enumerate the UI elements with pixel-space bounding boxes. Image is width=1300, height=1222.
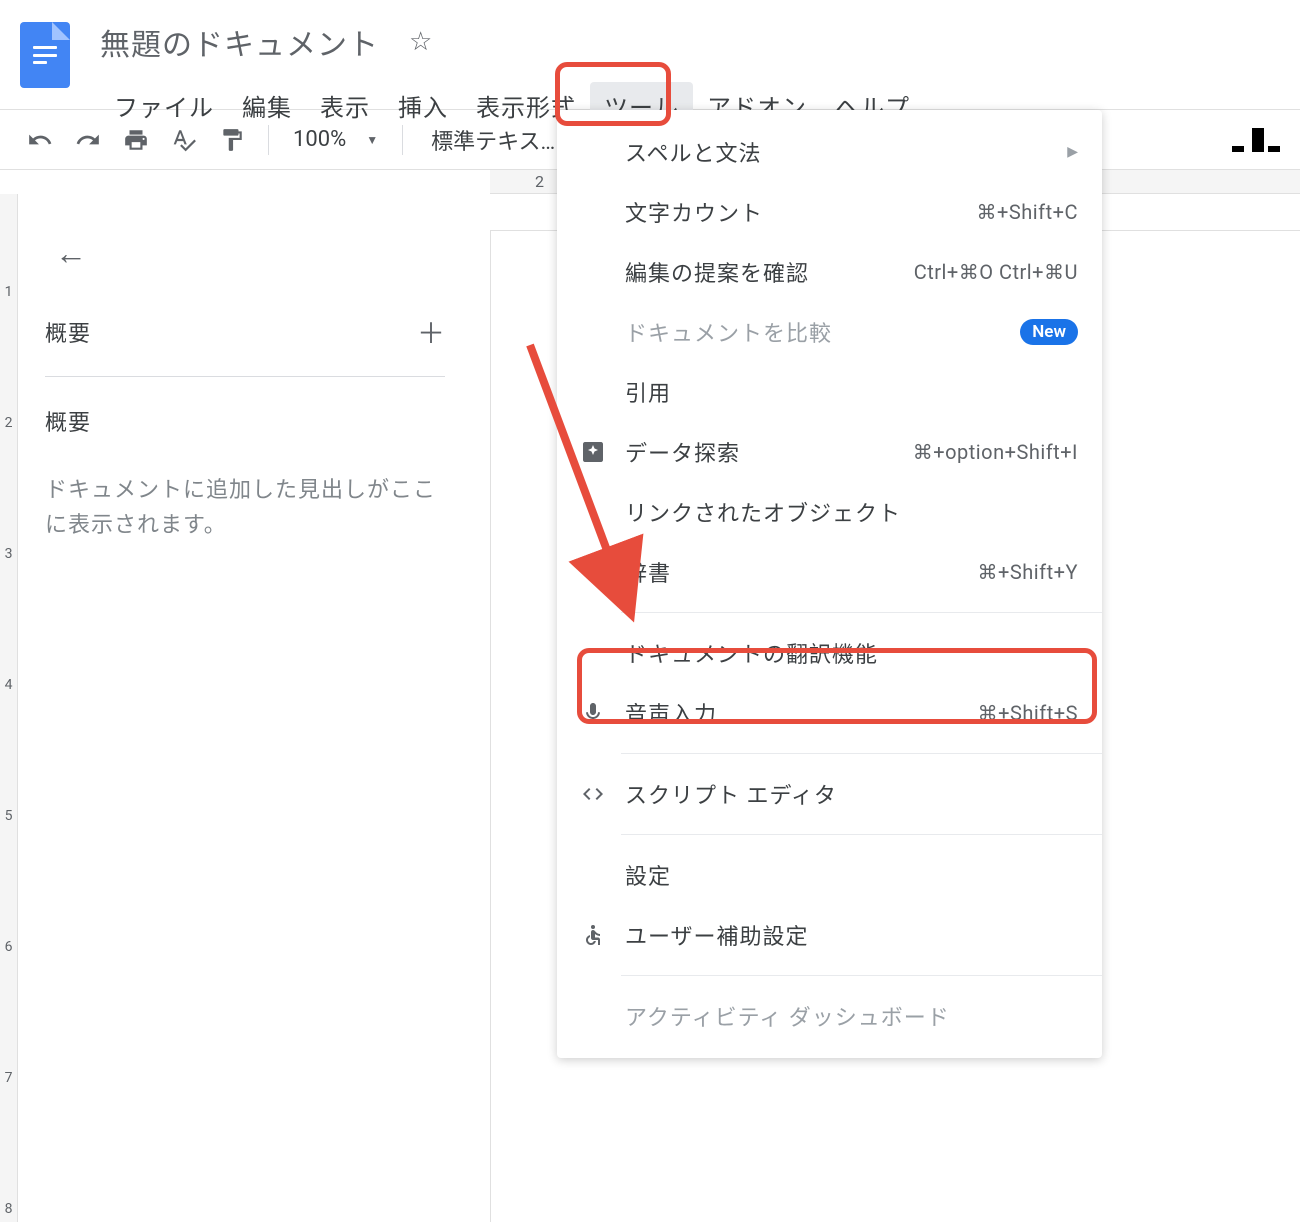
menu-explore[interactable]: データ探索 ⌘+option+Shift+I <box>557 422 1102 482</box>
print-button[interactable] <box>116 120 156 160</box>
mic-icon <box>581 701 625 725</box>
accessibility-icon <box>581 923 625 947</box>
menu-voice-typing[interactable]: 音声入力 ⌘+Shift+S <box>557 683 1102 743</box>
ruler-mark: 2 <box>535 172 544 191</box>
shortcut-label: ⌘+option+Shift+I <box>913 440 1078 464</box>
new-badge: New <box>1020 319 1078 345</box>
shortcut-label: Ctrl+⌘O Ctrl+⌘U <box>914 260 1078 284</box>
chevron-right-icon: ▶ <box>1067 144 1078 160</box>
tools-dropdown-menu: スペルと文法 ▶ 文字カウント ⌘+Shift+C 編集の提案を確認 Ctrl+… <box>557 110 1102 1058</box>
undo-button[interactable] <box>20 120 60 160</box>
menu-preferences[interactable]: 設定 <box>557 845 1102 905</box>
outline-empty-text: ドキュメントに追加した見出しがここに表示されます。 <box>45 473 445 543</box>
vertical-ruler[interactable]: 1 2 3 4 5 6 7 8 <box>0 194 18 1222</box>
paint-format-button[interactable] <box>212 120 252 160</box>
outline-header-title: 概要 <box>45 316 91 348</box>
menu-compare-docs: ドキュメントを比較 New <box>557 302 1102 362</box>
star-icon[interactable]: ☆ <box>409 27 432 57</box>
menu-linked-objects[interactable]: リンクされたオブジェクト <box>557 482 1102 542</box>
back-arrow-button[interactable]: ← <box>55 234 445 272</box>
shortcut-label: ⌘+Shift+C <box>977 200 1078 224</box>
menu-dictionary[interactable]: 辞書 ⌘+Shift+Y <box>557 542 1102 602</box>
docs-logo[interactable] <box>20 22 70 88</box>
redo-button[interactable] <box>68 120 108 160</box>
menu-translate[interactable]: ドキュメントの翻訳機能 <box>557 623 1102 683</box>
style-select[interactable]: 標準テキス… <box>419 120 579 160</box>
shortcut-label: ⌘+Shift+S <box>978 701 1078 725</box>
add-outline-button[interactable]: ＋ <box>417 312 445 352</box>
menu-word-count[interactable]: 文字カウント ⌘+Shift+C <box>557 182 1102 242</box>
shortcut-label: ⌘+Shift+Y <box>978 560 1078 584</box>
outline-section-title: 概要 <box>45 405 445 437</box>
zoom-select[interactable]: 100% ▼ <box>285 123 386 156</box>
menu-activity-dashboard: アクティビティ ダッシュボード <box>557 986 1102 1046</box>
document-title[interactable]: 無題のドキュメント <box>100 20 379 64</box>
menu-review-suggestions[interactable]: 編集の提案を確認 Ctrl+⌘O Ctrl+⌘U <box>557 242 1102 302</box>
outline-panel: ← 概要 ＋ 概要 ドキュメントに追加した見出しがここに表示されます。 <box>0 194 490 1222</box>
overflow-indicator <box>1232 128 1280 152</box>
menu-view[interactable]: 表示 <box>306 82 384 129</box>
script-icon <box>581 782 625 806</box>
menu-accessibility[interactable]: ユーザー補助設定 <box>557 905 1102 965</box>
header: 無題のドキュメント ☆ ファイル 編集 表示 挿入 表示形式 ツール アドオン … <box>0 0 1300 110</box>
menu-spelling[interactable]: スペルと文法 ▶ <box>557 122 1102 182</box>
menu-script-editor[interactable]: スクリプト エディタ <box>557 764 1102 824</box>
spellcheck-button[interactable] <box>164 120 204 160</box>
explore-icon <box>581 440 625 464</box>
menu-citations[interactable]: 引用 <box>557 362 1102 422</box>
